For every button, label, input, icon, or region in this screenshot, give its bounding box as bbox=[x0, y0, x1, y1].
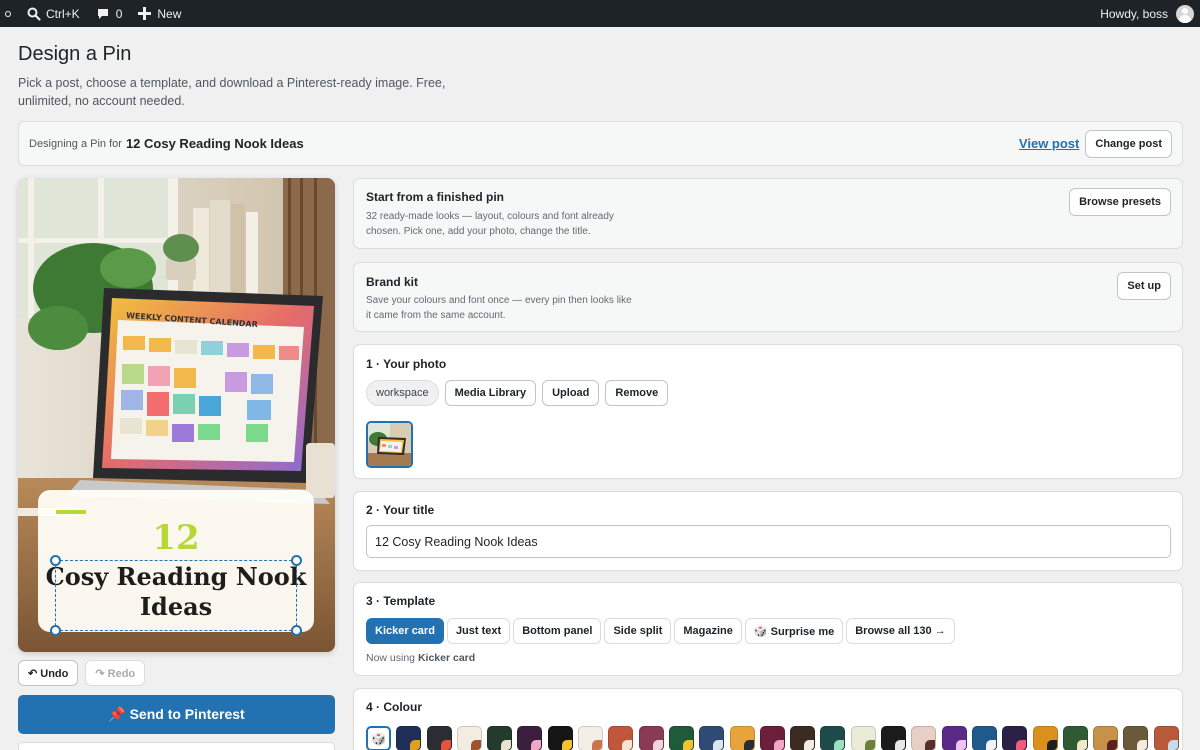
secondary-action-button[interactable] bbox=[18, 742, 335, 750]
colour-swatch[interactable] bbox=[1002, 726, 1028, 750]
colour-swatch[interactable] bbox=[1123, 726, 1149, 750]
resize-handle-top-left[interactable] bbox=[50, 555, 61, 566]
colour-swatch[interactable] bbox=[881, 726, 907, 750]
search-icon bbox=[27, 7, 41, 21]
colour-swatch[interactable] bbox=[729, 726, 755, 750]
colour-swatch[interactable] bbox=[850, 726, 876, 750]
colour-swatch[interactable] bbox=[1062, 726, 1088, 750]
colour-swatches: 🎲 bbox=[366, 726, 1179, 750]
avatar bbox=[1176, 4, 1194, 23]
colour-swatch[interactable] bbox=[608, 726, 634, 750]
photo-section-title: 1 · Your photo bbox=[366, 357, 447, 371]
template-surprise-me[interactable]: 🎲 Surprise me bbox=[744, 618, 844, 644]
template-browse-all[interactable]: Browse all 130 → bbox=[846, 618, 955, 644]
title-section-title: 2 · Your title bbox=[366, 503, 435, 517]
pin-title-input[interactable]: 12 Cosy Reading Nook Ideas bbox=[366, 525, 1171, 558]
site-icon bbox=[5, 10, 11, 17]
photo-tag[interactable]: workspace bbox=[366, 380, 439, 406]
colour-swatch[interactable] bbox=[396, 726, 422, 750]
context-post-title: 12 Cosy Reading Nook Ideas bbox=[125, 136, 304, 151]
presets-description: 32 ready-made looks — layout, colours an… bbox=[366, 211, 614, 237]
browse-presets-button[interactable]: Browse presets bbox=[1069, 188, 1171, 216]
colour-swatch[interactable] bbox=[790, 726, 816, 750]
context-prefix: Designing a Pin for bbox=[29, 137, 122, 150]
colour-swatch[interactable] bbox=[1153, 726, 1179, 750]
page-title: Design a Pin bbox=[18, 43, 132, 65]
brand-kit-setup-button[interactable]: Set up bbox=[1117, 272, 1171, 300]
title-selection-box[interactable] bbox=[55, 560, 297, 631]
comments-count: 0 bbox=[115, 6, 123, 21]
template-section-title: 3 · Template bbox=[366, 594, 436, 608]
template-section: 3 · Template Kicker card Just text Botto… bbox=[353, 582, 1183, 676]
send-to-pinterest-button[interactable]: 📌 Send to Pinterest bbox=[18, 695, 335, 734]
pin-accent-bar bbox=[56, 510, 86, 514]
comments-button[interactable]: 0 bbox=[88, 0, 131, 27]
colour-swatch[interactable] bbox=[638, 726, 664, 750]
colour-swatch[interactable] bbox=[547, 726, 573, 750]
selected-photo-thumbnail[interactable] bbox=[366, 421, 413, 468]
remove-photo-button[interactable]: Remove bbox=[605, 380, 669, 406]
template-kicker-card[interactable]: Kicker card bbox=[366, 618, 444, 644]
command-palette-button[interactable]: Ctrl+K bbox=[19, 0, 88, 27]
new-content-button[interactable]: New bbox=[130, 0, 189, 27]
undo-button[interactable]: ↶ Undo bbox=[18, 660, 79, 686]
resize-handle-top-right[interactable] bbox=[291, 555, 302, 566]
photo-section: 1 · Your photo workspace Media Library U… bbox=[353, 344, 1183, 479]
upload-button[interactable]: Upload bbox=[542, 380, 600, 406]
colour-section-title: 4 · Colour bbox=[366, 700, 422, 714]
template-just-text[interactable]: Just text bbox=[446, 618, 511, 644]
command-palette-label: Ctrl+K bbox=[46, 6, 80, 21]
view-post-link[interactable]: View post bbox=[1019, 136, 1079, 151]
change-post-button[interactable]: Change post bbox=[1085, 129, 1172, 158]
colour-swatch[interactable] bbox=[1032, 726, 1058, 750]
random-colour-dice-icon[interactable]: 🎲 bbox=[366, 726, 391, 750]
page-description: Pick a post, choose a template, and down… bbox=[18, 76, 446, 108]
colour-swatch[interactable] bbox=[759, 726, 785, 750]
resize-handle-bottom-left[interactable] bbox=[50, 625, 61, 636]
thumbnail-image bbox=[368, 423, 411, 466]
brand-kit-title: Brand kit bbox=[366, 275, 419, 289]
new-content-label: New bbox=[157, 6, 182, 21]
plus-icon bbox=[138, 7, 152, 20]
redo-button[interactable]: ↷ Redo bbox=[85, 660, 146, 686]
colour-swatch[interactable] bbox=[456, 726, 482, 750]
colour-swatch[interactable] bbox=[487, 726, 513, 750]
colour-swatch[interactable] bbox=[911, 726, 937, 750]
colour-swatch[interactable] bbox=[517, 726, 543, 750]
colour-swatch[interactable] bbox=[820, 726, 846, 750]
photo-actions: workspace Media Library Upload Remove bbox=[366, 380, 669, 406]
post-context-bar: Designing a Pin for 12 Cosy Reading Nook… bbox=[18, 121, 1183, 166]
admin-bar: Ctrl+K 0 New Howdy, boss bbox=[0, 0, 1200, 27]
brand-kit-panel: Brand kit Save your colours and font onc… bbox=[353, 262, 1183, 332]
pin-preview: WEEKLY CONTENT CALENDAR 12 Cosy Reading … bbox=[18, 178, 335, 652]
resize-handle-bottom-right[interactable] bbox=[291, 625, 302, 636]
history-controls: ↶ Undo ↷ Redo bbox=[18, 660, 146, 686]
pin-number: 12 bbox=[152, 518, 200, 558]
template-status-value: Kicker card bbox=[417, 652, 476, 664]
template-options: Kicker card Just text Bottom panel Side … bbox=[366, 618, 955, 644]
account-menu[interactable]: Howdy, boss bbox=[1092, 0, 1200, 27]
admin-menu-edge[interactable] bbox=[0, 0, 19, 27]
colour-section: 4 · Colour 🎲 bbox=[353, 688, 1183, 750]
template-side-split[interactable]: Side split bbox=[604, 618, 672, 644]
colour-swatch[interactable] bbox=[426, 726, 452, 750]
template-status-prefix: Now using bbox=[366, 652, 416, 664]
media-library-button[interactable]: Media Library bbox=[444, 380, 537, 406]
template-status: Now using Kicker card bbox=[366, 652, 475, 664]
colour-swatch[interactable] bbox=[699, 726, 725, 750]
greeting: Howdy, boss bbox=[1100, 6, 1168, 21]
template-bottom-panel[interactable]: Bottom panel bbox=[513, 618, 602, 644]
colour-swatch[interactable] bbox=[578, 726, 604, 750]
colour-swatch[interactable] bbox=[971, 726, 997, 750]
colour-swatch[interactable] bbox=[941, 726, 967, 750]
colour-swatch[interactable] bbox=[1093, 726, 1119, 750]
colour-swatch[interactable] bbox=[668, 726, 694, 750]
presets-panel: Start from a finished pin 32 ready-made … bbox=[353, 178, 1183, 249]
presets-title: Start from a finished pin bbox=[366, 190, 505, 204]
comment-icon bbox=[97, 8, 108, 19]
template-magazine[interactable]: Magazine bbox=[674, 618, 742, 644]
brand-kit-description: Save your colours and font once — every … bbox=[366, 295, 632, 321]
